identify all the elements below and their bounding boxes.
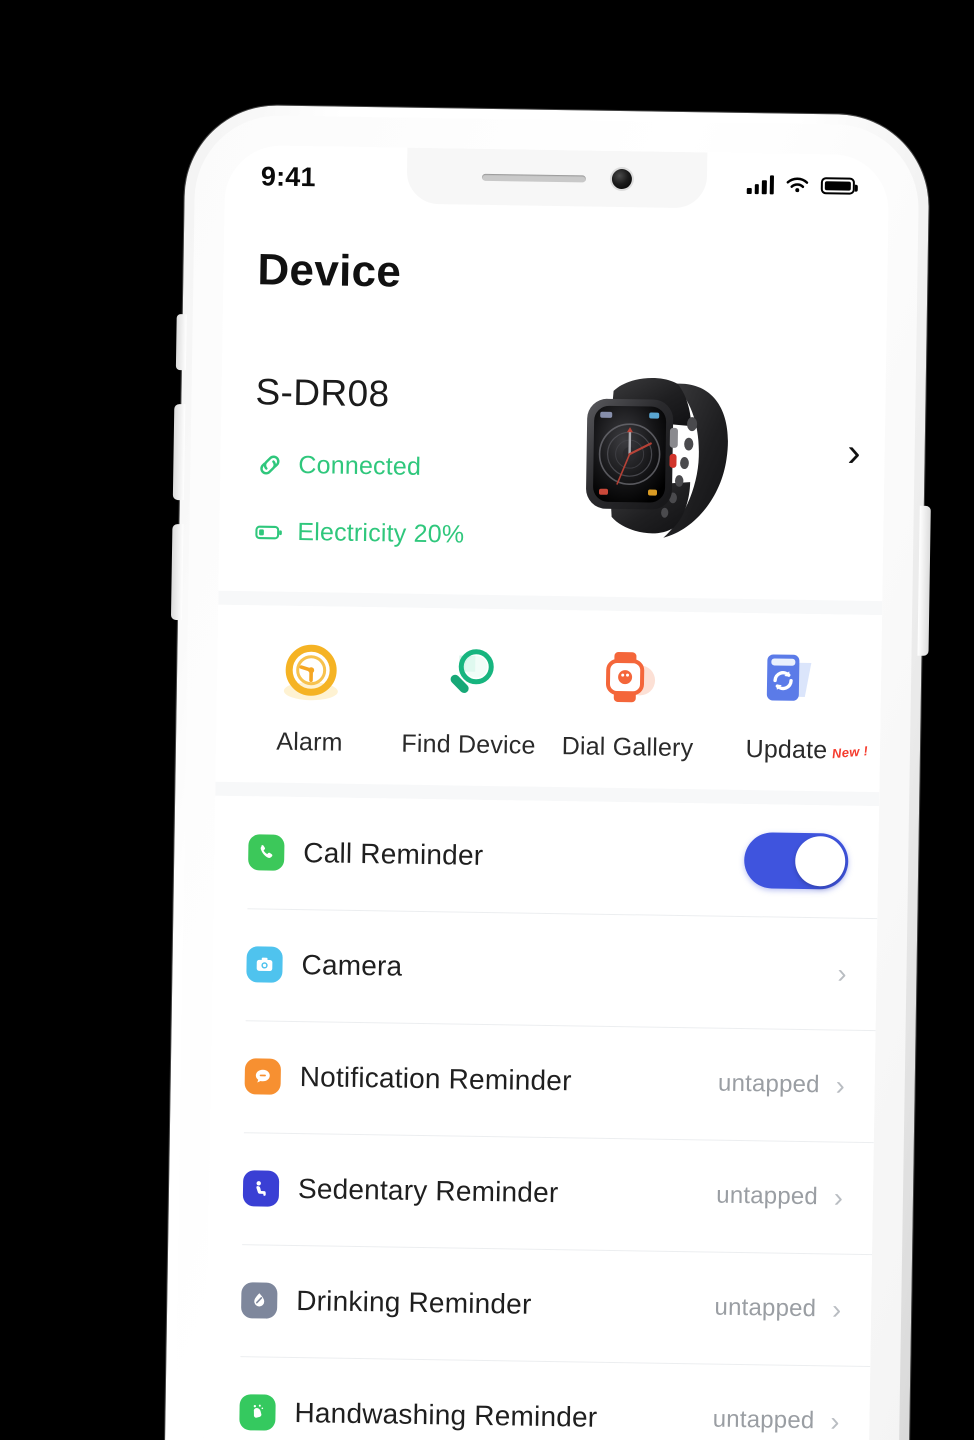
chat-bubble-icon <box>244 1058 282 1095</box>
quick-action-dial-gallery[interactable]: Dial Gallery <box>548 640 709 763</box>
chevron-right-icon[interactable]: › <box>837 958 846 988</box>
battery-status-label: Electricity 20% <box>297 517 465 549</box>
chevron-right-icon[interactable]: › <box>834 1182 843 1212</box>
phone-device-frame: 9:41 Device S-DR08 Connected Electricity… <box>164 104 931 1440</box>
quick-action-label: Dial Gallery <box>561 732 694 763</box>
list-item-drinking-reminder[interactable]: Drinking Reminder untapped › <box>206 1244 872 1366</box>
quick-actions-row: Alarm Find Device Dial Gallery Update Ne… <box>215 604 883 793</box>
volume-down-button[interactable] <box>170 523 184 621</box>
status-bar-icons <box>746 174 855 195</box>
chevron-right-icon[interactable]: › <box>832 1294 841 1324</box>
list-item-value: untapped <box>716 1181 819 1211</box>
list-item-value: untapped <box>714 1293 817 1323</box>
smartwatch-illustration <box>586 378 729 538</box>
new-badge: New ! <box>831 743 869 762</box>
device-connection-status: Connected <box>254 449 465 483</box>
list-item-label: Sedentary Reminder <box>297 1173 559 1209</box>
list-item-camera[interactable]: Camera › <box>212 908 878 1030</box>
power-button[interactable] <box>917 505 931 656</box>
sitting-person-icon <box>242 1170 280 1207</box>
volume-up-button[interactable] <box>172 404 186 501</box>
firmware-update-icon <box>751 643 824 716</box>
status-bar-time: 9:41 <box>260 160 317 192</box>
quick-action-alarm[interactable]: Alarm <box>230 635 391 758</box>
call-reminder-toggle[interactable] <box>743 832 849 890</box>
mute-switch-button[interactable] <box>175 314 187 371</box>
list-item-value: untapped <box>717 1069 820 1099</box>
settings-list: Call Reminder Camera › Notification Remi… <box>204 795 880 1440</box>
list-item-label: Notification Reminder <box>299 1061 572 1097</box>
phone-icon <box>248 834 285 871</box>
phone-screen: 9:41 Device S-DR08 Connected Electricity… <box>204 144 890 1440</box>
device-summary-card[interactable]: S-DR08 Connected Electricity 20% › <box>218 295 887 601</box>
list-item-label: Camera <box>301 949 403 982</box>
battery-full-icon <box>820 176 855 195</box>
water-drop-icon <box>240 1282 278 1319</box>
list-item-label: Drinking Reminder <box>296 1285 532 1320</box>
status-bar: 9:41 <box>225 145 890 211</box>
list-item-sedentary-reminder[interactable]: Sedentary Reminder untapped › <box>208 1132 874 1254</box>
device-battery-status: Electricity 20% <box>253 516 464 550</box>
quick-action-update[interactable]: Update New ! <box>707 642 869 765</box>
magnifier-icon <box>433 638 506 711</box>
list-item-value: untapped <box>712 1405 815 1435</box>
smartwatch-image <box>464 359 856 555</box>
battery-low-icon <box>255 525 282 540</box>
quick-action-find-device[interactable]: Find Device <box>389 637 550 760</box>
page-title: Device <box>257 245 402 297</box>
camera-icon <box>246 946 283 983</box>
list-item-notification-reminder[interactable]: Notification Reminder untapped › <box>210 1020 876 1142</box>
list-item-label: Call Reminder <box>303 837 484 871</box>
chevron-right-icon[interactable]: › <box>835 1070 844 1100</box>
device-detail-chevron-icon[interactable]: › <box>847 431 861 475</box>
link-icon <box>260 455 280 475</box>
list-item-handwashing-reminder[interactable]: Handwashing Reminder untapped › <box>205 1356 871 1440</box>
quick-action-label: Alarm <box>276 727 343 757</box>
chevron-right-icon[interactable]: › <box>830 1406 839 1436</box>
list-item-call-reminder[interactable]: Call Reminder <box>213 796 879 918</box>
cellular-signal-icon <box>746 174 775 194</box>
connection-status-label: Connected <box>298 450 422 481</box>
watch-face-icon <box>592 641 665 714</box>
list-item-label: Handwashing Reminder <box>294 1397 598 1433</box>
alarm-clock-icon <box>274 636 347 709</box>
quick-action-label: Find Device <box>401 729 536 760</box>
handwash-icon <box>239 1394 276 1431</box>
wifi-icon <box>786 177 809 192</box>
device-name: S-DR08 <box>255 371 390 415</box>
device-info-block: S-DR08 Connected Electricity 20% <box>253 363 467 550</box>
screenshot-stage: 9:41 Device S-DR08 Connected Electricity… <box>0 0 974 1440</box>
toggle-knob <box>794 835 846 887</box>
quick-action-label: Update <box>745 735 828 765</box>
